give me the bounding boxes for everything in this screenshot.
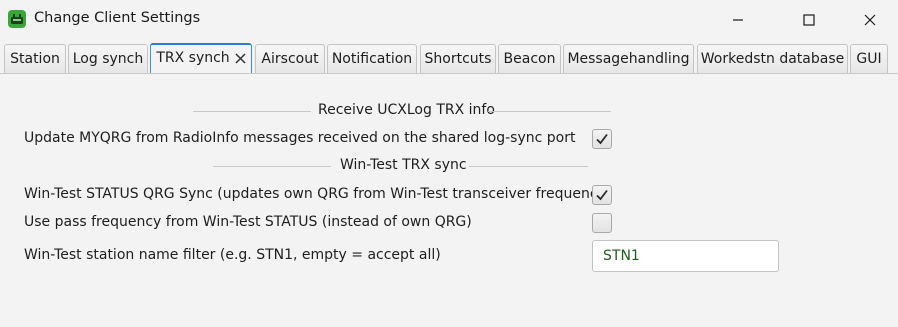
tab-workedstn-database[interactable]: Workedstn database (697, 44, 848, 73)
tab-label: Station (10, 51, 60, 67)
tab-airscout[interactable]: Airscout (255, 44, 325, 73)
tab-label: Log synch (72, 51, 144, 67)
tab-beacon[interactable]: Beacon (498, 44, 561, 73)
window-title: Change Client Settings (34, 10, 201, 26)
section-divider (488, 111, 611, 112)
tab-messagehandling[interactable]: Messagehandling (563, 44, 694, 73)
close-button[interactable] (846, 0, 894, 40)
ucxlog-section-title: Receive UCXLog TRX info (318, 102, 495, 118)
wintest-section-header: Win-Test TRX sync (213, 157, 588, 177)
close-icon (864, 14, 876, 26)
settings-tab-bar: Station Log synch TRX synch Airscout Not… (0, 43, 898, 74)
tab-trx-synch[interactable]: TRX synch (150, 43, 252, 74)
section-divider (213, 166, 331, 167)
pass-frequency-checkbox[interactable] (592, 213, 612, 233)
tab-label: TRX synch (156, 50, 230, 66)
maximize-icon (803, 14, 815, 26)
section-divider (469, 166, 588, 167)
tab-log-synch[interactable]: Log synch (68, 44, 148, 73)
checkmark-icon (596, 189, 608, 201)
update-myqrg-checkbox[interactable] (592, 129, 612, 149)
station-name-filter-label: Win-Test station name filter (e.g. STN1,… (24, 247, 441, 263)
pass-frequency-label: Use pass frequency from Win-Test STATUS … (24, 214, 472, 230)
tab-divider (0, 73, 898, 74)
station-name-filter-input[interactable] (592, 240, 779, 272)
tab-label: GUI (856, 51, 882, 67)
tab-close-icon[interactable] (235, 52, 246, 64)
ucxlog-section-header: Receive UCXLog TRX info (193, 102, 611, 122)
status-qrg-sync-label: Win-Test STATUS QRG Sync (updates own QR… (24, 186, 612, 202)
status-qrg-sync-checkbox[interactable] (592, 185, 612, 205)
minimize-button[interactable] (714, 0, 762, 40)
maximize-button[interactable] (785, 0, 833, 40)
tab-label: Airscout (261, 51, 319, 67)
tab-shortcuts[interactable]: Shortcuts (420, 44, 496, 73)
tab-station[interactable]: Station (4, 44, 66, 73)
tab-notification[interactable]: Notification (327, 44, 417, 73)
section-divider (193, 111, 311, 112)
tab-label: Beacon (503, 51, 556, 67)
checkmark-icon (596, 133, 608, 145)
tab-label: Messagehandling (567, 51, 690, 67)
tab-gui[interactable]: GUI (850, 44, 888, 73)
tab-label: Shortcuts (424, 51, 492, 67)
wintest-section-title: Win-Test TRX sync (340, 157, 467, 173)
minimize-icon (733, 19, 743, 21)
app-icon (8, 10, 26, 28)
tab-label: Notification (331, 51, 413, 67)
title-bar: Change Client Settings (0, 0, 898, 40)
tab-label: Workedstn database (700, 51, 845, 67)
update-myqrg-label: Update MYQRG from RadioInfo messages rec… (24, 130, 576, 146)
